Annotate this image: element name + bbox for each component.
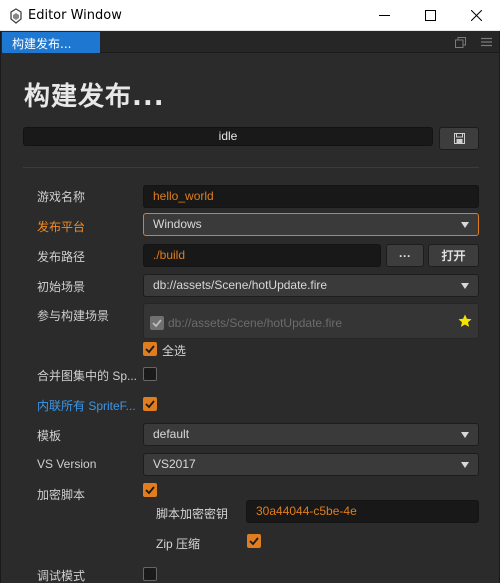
build-path-input[interactable]: ./build [143,244,381,267]
window-title: Editor Window [28,8,122,23]
zip-compress-checkbox[interactable] [247,534,261,548]
star-icon[interactable] [458,314,472,328]
vs-version-select[interactable]: VS2017 [143,453,479,476]
game-name-input[interactable]: hello_world [143,185,479,208]
inline-spriteframes-checkbox[interactable] [143,397,157,411]
scene-checkbox[interactable] [150,316,164,330]
app-icon [10,8,22,24]
template-label: 模板 [37,429,62,443]
browse-path-button[interactable]: ··· [386,244,424,267]
platform-value: Windows [153,217,202,231]
debug-mode-label: 调试模式 [37,569,86,583]
start-scene-select[interactable]: db://assets/Scene/hotUpdate.fire [143,274,479,297]
tab-build-publish[interactable]: 构建发布... [2,32,100,53]
included-scenes-list: db://assets/Scene/hotUpdate.fire [143,303,479,339]
encrypt-key-label: 脚本加密密钥 [156,507,229,521]
build-progress-bar: idle [23,127,433,146]
maximize-button[interactable] [407,0,453,31]
chevron-down-icon [461,222,469,228]
encrypt-key-input[interactable]: 30a44044-c5be-4e [246,500,479,523]
scene-item: db://assets/Scene/hotUpdate.fire [168,316,343,330]
close-button[interactable] [453,0,499,31]
build-panel: 构建发布... 构建发布... idle 游戏名称 hello_world 发布… [0,31,500,583]
encrypt-js-label: 加密脚本 [37,488,86,502]
window-titlebar: Editor Window [0,0,500,31]
platform-select[interactable]: Windows [143,213,479,236]
maximize-icon [424,10,436,21]
panel-menu-icon[interactable] [479,35,493,49]
zip-compress-label: Zip 压缩 [156,537,201,551]
chevron-down-icon [461,283,469,289]
inline-spriteframes-label: 内联所有 SpriteF... [37,399,136,413]
minimize-button[interactable] [361,0,407,31]
build-path-label: 发布路径 [37,250,86,264]
chevron-down-icon [461,432,469,438]
chevron-down-icon [461,462,469,468]
vs-version-value: VS2017 [153,457,196,471]
save-icon [453,133,465,144]
open-path-button[interactable]: 打开 [428,244,479,267]
tab-strip: 构建发布... [1,31,499,53]
template-select[interactable]: default [143,423,479,446]
encrypt-js-checkbox[interactable] [143,483,157,497]
divider [23,167,479,168]
restore-panel-icon[interactable] [453,35,467,49]
vs-version-label: VS Version [37,457,97,471]
merge-atlas-label: 合并图集中的 Sp... [37,369,138,383]
template-value: default [153,427,190,441]
save-config-button[interactable] [439,127,479,150]
platform-label: 发布平台 [37,220,86,234]
close-icon [470,10,482,21]
select-all-checkbox[interactable] [143,342,157,356]
start-scene-label: 初始场景 [37,280,86,294]
minimize-icon [378,15,390,16]
start-scene-value: db://assets/Scene/hotUpdate.fire [153,278,328,292]
game-name-label: 游戏名称 [37,190,86,204]
merge-atlas-checkbox[interactable] [143,367,157,381]
debug-mode-checkbox[interactable] [143,567,157,581]
select-all-label: 全选 [162,344,187,358]
included-scenes-label: 参与构建场景 [37,309,110,323]
progress-status: idle [218,129,238,143]
page-title: 构建发布... [24,82,165,112]
